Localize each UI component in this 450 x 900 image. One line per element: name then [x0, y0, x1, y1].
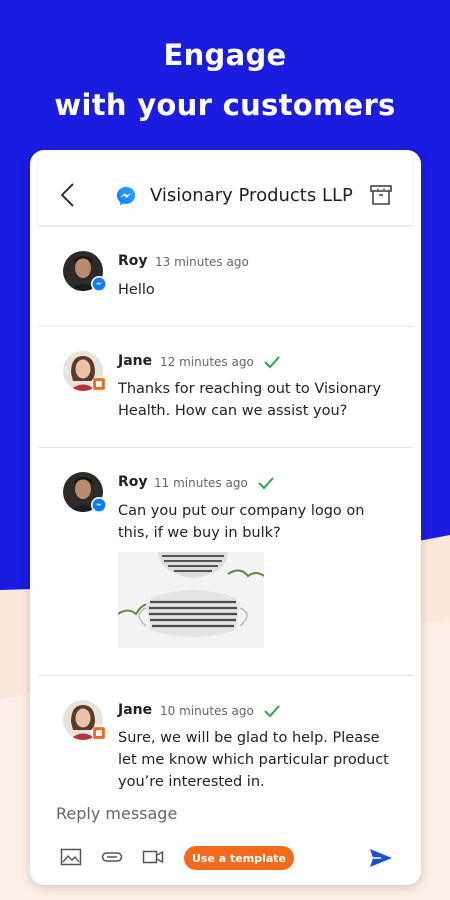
sender-name: Jane	[118, 353, 153, 369]
avatar	[63, 700, 107, 741]
reply-input[interactable]	[56, 804, 356, 823]
reply-composer: Use a template	[38, 790, 413, 885]
agent-badge	[91, 725, 107, 741]
delivered-check-icon	[264, 705, 280, 718]
messenger-icon	[92, 277, 106, 291]
message-time: 13 minutes ago	[155, 255, 249, 269]
message-time: 12 minutes ago	[160, 355, 254, 369]
agent-chat-icon	[93, 378, 105, 390]
message-text: Thanks for reaching out to Visionary Hea…	[118, 381, 382, 419]
promo-headline: Engage with your customers	[0, 30, 450, 130]
avatar	[63, 472, 107, 513]
sender-name: Roy	[118, 474, 148, 490]
attached-image[interactable]	[118, 552, 264, 648]
message-item[interactable]: Roy 13 minutes ago Hello	[38, 227, 413, 327]
message-text: Sure, we will be glad to help. Please le…	[118, 730, 389, 790]
conversation-card: Visionary Products LLP Roy 13 minutes ag…	[30, 150, 421, 885]
agent-badge	[91, 376, 107, 392]
image-icon[interactable]	[60, 848, 82, 866]
messenger-badge	[91, 276, 107, 292]
conversation-panel: Visionary Products LLP Roy 13 minutes ag…	[38, 150, 413, 885]
message-text: Can you put our company logo on this, if…	[118, 503, 365, 541]
sender-name: Jane	[118, 702, 153, 718]
message-item[interactable]: Roy 11 minutes ago Can you put our compa…	[38, 448, 413, 676]
delivered-check-icon	[264, 356, 280, 369]
messenger-badge	[91, 497, 107, 513]
conversation-title: Visionary Products LLP	[150, 185, 353, 206]
avatar	[63, 251, 107, 292]
back-arrow-icon[interactable]	[58, 182, 78, 208]
message-time: 11 minutes ago	[154, 476, 248, 490]
messenger-icon	[116, 186, 136, 206]
sender-name: Roy	[118, 253, 148, 269]
agent-chat-icon	[93, 727, 105, 739]
attachment-icon[interactable]	[101, 848, 123, 866]
conversation-header: Visionary Products LLP	[38, 150, 413, 226]
message-text: Hello	[118, 282, 155, 298]
send-icon[interactable]	[369, 848, 393, 868]
face-mask-photo	[118, 552, 264, 648]
avatar	[63, 351, 107, 392]
use-template-button[interactable]: Use a template	[184, 846, 294, 870]
messenger-icon	[92, 498, 106, 512]
message-item[interactable]: Jane 12 minutes ago Thanks for reaching …	[38, 327, 413, 448]
video-icon[interactable]	[142, 848, 164, 866]
archive-icon[interactable]	[369, 183, 393, 207]
headline-line-1: Engage	[163, 38, 287, 72]
delivered-check-icon	[258, 477, 274, 490]
headline-line-2: with your customers	[54, 88, 396, 122]
message-time: 10 minutes ago	[160, 704, 254, 718]
